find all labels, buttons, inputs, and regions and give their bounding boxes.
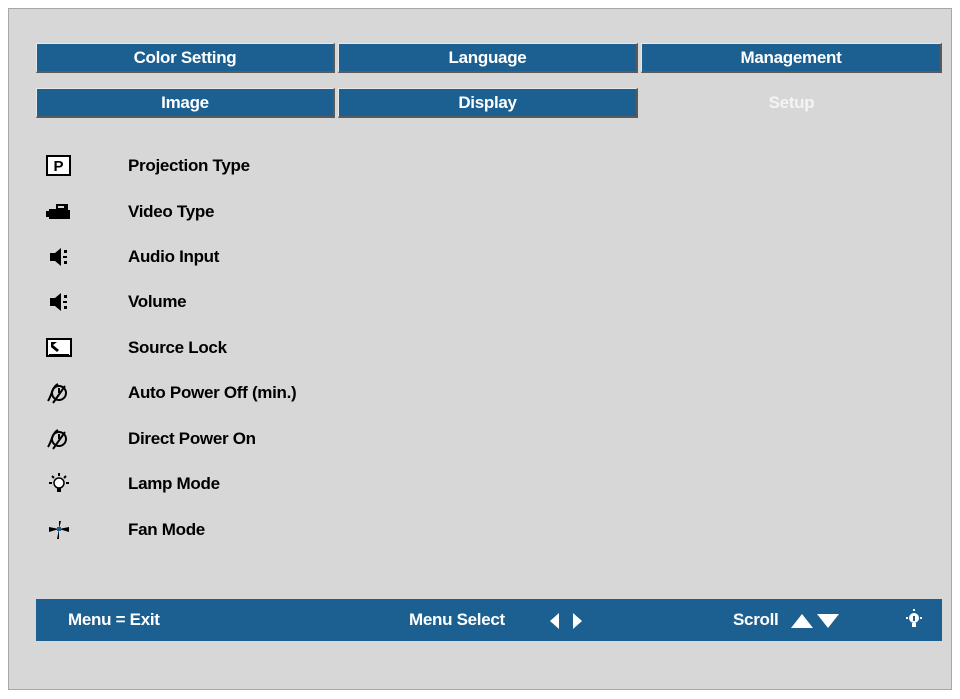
- tab-label: Image: [161, 92, 209, 112]
- help-bar: Menu = Exit Menu Select Scroll: [36, 599, 942, 641]
- scroll-hint: Scroll: [733, 610, 779, 629]
- menu-item-label: Auto Power Off (min.): [128, 383, 297, 402]
- menu-item-label: Source Lock: [128, 338, 227, 357]
- tab-label: Management: [740, 47, 842, 67]
- left-right-arrows-icon: [549, 612, 583, 635]
- fan-icon: [44, 517, 74, 543]
- projection-type-icon: P: [44, 153, 74, 179]
- camcorder-icon: [44, 199, 74, 225]
- menu-item-lamp-mode[interactable]: Lamp Mode: [44, 471, 464, 497]
- menu-item-direct-power-on[interactable]: Direct Power On: [44, 426, 464, 452]
- svg-text:P: P: [53, 158, 63, 175]
- menu-item-label: Audio Input: [128, 247, 220, 266]
- menu-item-auto-power-off[interactable]: Auto Power Off (min.): [44, 380, 464, 406]
- lamp-icon: [44, 471, 74, 497]
- menu-item-label: Volume: [128, 292, 187, 311]
- up-down-arrows-icon: [791, 612, 839, 635]
- power-timer-icon: [44, 380, 74, 406]
- menu-item-label: Lamp Mode: [128, 474, 220, 493]
- tab-label: Color Setting: [133, 47, 237, 67]
- speaker-icon: [44, 289, 74, 315]
- tab-language[interactable]: Language: [338, 43, 638, 73]
- tab-label: Display: [458, 92, 517, 112]
- menu-exit-hint: Menu = Exit: [68, 610, 160, 629]
- menu-select-hint: Menu Select: [409, 610, 505, 629]
- light-bulb-icon: [904, 609, 924, 636]
- tab-setup[interactable]: Setup: [641, 88, 942, 118]
- tab-color-setting[interactable]: Color Setting: [36, 43, 335, 73]
- speaker-icon: [44, 244, 74, 270]
- source-lock-icon: [44, 335, 74, 361]
- menu-item-volume[interactable]: Volume: [44, 289, 464, 315]
- tab-display[interactable]: Display: [338, 88, 638, 118]
- tab-image[interactable]: Image: [36, 88, 335, 118]
- tab-label: Language: [448, 47, 527, 67]
- menu-item-fan-mode[interactable]: Fan Mode: [44, 517, 464, 543]
- menu-item-video-type[interactable]: Video Type: [44, 199, 464, 225]
- menu-item-projection-type[interactable]: P Projection Type: [44, 153, 464, 179]
- tab-label: Setup: [768, 93, 815, 112]
- menu-item-label: Projection Type: [128, 156, 250, 175]
- menu-item-label: Video Type: [128, 202, 215, 221]
- menu-item-label: Direct Power On: [128, 429, 256, 448]
- menu-item-label: Fan Mode: [128, 520, 205, 539]
- menu-item-source-lock[interactable]: Source Lock: [44, 335, 464, 361]
- tab-management[interactable]: Management: [641, 43, 942, 73]
- power-timer-icon: [44, 426, 74, 452]
- menu-item-audio-input[interactable]: Audio Input: [44, 244, 464, 270]
